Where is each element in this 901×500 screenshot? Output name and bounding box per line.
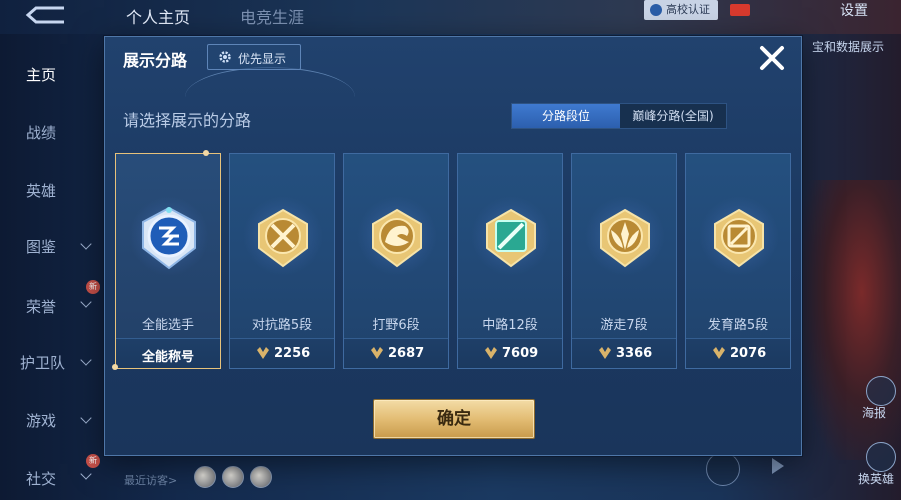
lane-card-all-round[interactable]: 全能选手 全能称号 — [115, 153, 221, 369]
visitor-avatar[interactable] — [222, 466, 244, 488]
card-title-all-round: 全能称号 — [141, 350, 194, 365]
chevron-down-icon — [80, 238, 92, 250]
sidebar-item-games[interactable]: 游戏 — [26, 410, 56, 431]
play-icon[interactable] — [772, 458, 784, 474]
lane-card-roam[interactable]: 游走7段 3366 — [571, 153, 677, 369]
lane-display-dialog: 展示分路 优先显示 请选择展示的分路 分路段位 巅峰分路(全国) 全能选手 全能… — [104, 36, 802, 456]
poster-button[interactable] — [866, 376, 896, 406]
lane-points: 3366 — [616, 346, 653, 361]
tab-peak-lane[interactable]: 巅峰分路(全国) — [620, 104, 726, 128]
sidebar-item-record[interactable]: 战绩 — [26, 122, 56, 143]
switch-hero-label: 换英雄 — [858, 472, 895, 486]
avatar-circle-button[interactable] — [706, 452, 740, 486]
sidebar-item-social[interactable]: 社交 — [26, 468, 56, 489]
sidebar-item-codex[interactable]: 图鉴 — [26, 236, 56, 257]
recent-visitors-label[interactable]: 最近访客> — [124, 472, 177, 488]
farm-lane-emblem-icon — [714, 208, 764, 268]
lane-card-list: 全能选手 全能称号 对抗路5段 2256 打野6段 2687 中路12段 760… — [112, 150, 795, 373]
right-hint-text: 宝和数据展示 — [812, 40, 885, 54]
school-verify-badge[interactable]: 高校认证 — [644, 0, 718, 20]
points-icon — [599, 347, 611, 359]
jungle-emblem-icon — [372, 208, 422, 268]
sidebar-item-guard[interactable]: 护卫队 — [20, 352, 65, 373]
lane-card-jungle[interactable]: 打野6段 2687 — [343, 153, 449, 369]
dialog-title: 展示分路 — [123, 51, 188, 70]
card-name: 发育路5段 — [707, 318, 769, 333]
chevron-down-icon — [80, 412, 92, 424]
priority-display-button[interactable]: 优先显示 — [207, 44, 301, 70]
sidebar-item-home[interactable]: 主页 — [26, 64, 56, 85]
card-name: 游走7段 — [600, 318, 648, 333]
card-name: 中路12段 — [482, 318, 538, 333]
lane-type-toggle: 分路段位 巅峰分路(全国) — [511, 103, 727, 129]
corner-sparkle — [203, 150, 209, 156]
settings-button[interactable]: 设置 — [840, 0, 868, 20]
chevron-down-icon — [80, 354, 92, 366]
lane-card-clash[interactable]: 对抗路5段 2256 — [229, 153, 335, 369]
new-badge: 新 — [86, 280, 100, 294]
poster-label: 海报 — [862, 406, 887, 420]
clash-lane-emblem-icon — [258, 208, 308, 268]
priority-display-label: 优先显示 — [238, 52, 287, 66]
school-icon — [650, 4, 662, 16]
confirm-button[interactable]: 确定 — [373, 399, 535, 439]
visitor-avatar[interactable] — [194, 466, 216, 488]
card-name: 打野6段 — [372, 318, 420, 333]
roam-emblem-icon — [600, 208, 650, 268]
hero-artwork — [803, 180, 901, 460]
card-name: 对抗路5段 — [251, 318, 313, 333]
close-icon[interactable] — [757, 43, 787, 73]
tab-lane-rank[interactable]: 分路段位 — [512, 104, 620, 128]
lane-points: 2076 — [730, 346, 767, 361]
lane-card-mid[interactable]: 中路12段 7609 — [457, 153, 563, 369]
all-round-emblem-icon — [142, 206, 196, 270]
lane-points: 7609 — [502, 346, 539, 361]
visitor-avatar[interactable] — [250, 466, 272, 488]
back-icon[interactable] — [24, 4, 68, 26]
mid-lane-emblem-icon — [486, 208, 536, 268]
dialog-subtitle: 请选择展示的分路 — [123, 111, 252, 130]
lane-points: 2256 — [274, 346, 311, 361]
red-tag — [730, 4, 750, 16]
tab-esports-career[interactable]: 电竞生涯 — [240, 4, 304, 28]
lane-card-farm[interactable]: 发育路5段 2076 — [685, 153, 791, 369]
points-icon — [371, 347, 383, 359]
sidebar-item-heroes[interactable]: 英雄 — [26, 180, 56, 201]
sidebar: 主页 战绩 英雄 图鉴 荣誉 新 护卫队 游戏 社交 新 — [0, 40, 100, 500]
chevron-down-icon — [80, 468, 92, 480]
card-name: 全能选手 — [141, 318, 194, 333]
tab-profile[interactable]: 个人主页 — [126, 4, 190, 28]
points-icon — [485, 347, 497, 359]
points-icon — [257, 347, 269, 359]
points-icon — [713, 347, 725, 359]
gear-icon — [219, 51, 231, 63]
sidebar-item-honor[interactable]: 荣誉 — [26, 296, 56, 317]
chevron-down-icon — [80, 296, 92, 308]
switch-hero-button[interactable] — [866, 442, 896, 472]
lane-points: 2687 — [388, 346, 425, 361]
new-badge: 新 — [86, 454, 100, 468]
corner-sparkle — [112, 364, 118, 370]
